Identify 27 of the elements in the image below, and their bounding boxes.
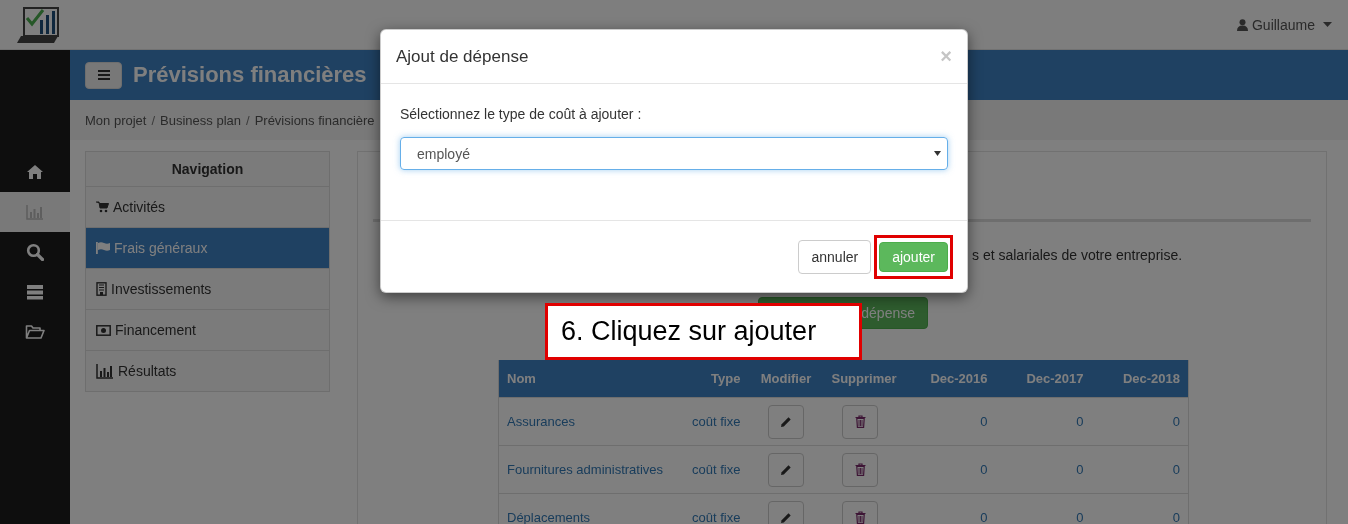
breadcrumb-separator: /: [246, 112, 250, 128]
column-header: Dec-2017: [995, 360, 1092, 398]
table-cell: 0: [995, 397, 1092, 446]
column-header: Supprimer: [823, 360, 897, 398]
column-header: Type: [673, 360, 749, 398]
modal-title: Ajout de dépense: [396, 46, 529, 67]
table-cell: 0: [896, 493, 996, 524]
column-header: Modifier: [748, 360, 824, 398]
breadcrumb-separator: /: [151, 112, 156, 128]
description-text: s et salariales de votre entreprise.: [972, 247, 1183, 263]
table-cell: 0: [896, 397, 996, 446]
column-header: Dec-2018: [1091, 360, 1189, 398]
column-header: Dec-2016: [896, 360, 996, 398]
table-cell: 0: [1091, 445, 1189, 494]
column-header: Nom: [498, 360, 674, 398]
table-cell: coût fixe: [673, 397, 749, 446]
page-title: Prévisions financières: [133, 62, 367, 88]
table-cell: 0: [896, 445, 996, 494]
table-cell: 0: [1091, 397, 1189, 446]
instruction-tooltip: 6. Cliquez sur ajouter: [545, 303, 862, 360]
field-label: Sélectionnez le type de coût à ajouter :: [400, 106, 643, 122]
table-cell: coût fixe: [673, 445, 749, 494]
table-cell: coût fixe: [673, 493, 749, 524]
table-cell: 0: [995, 493, 1092, 524]
table-cell: 0: [995, 445, 1092, 494]
table-cell: 0: [1091, 493, 1189, 524]
panel-title: Navigation: [170, 160, 245, 179]
